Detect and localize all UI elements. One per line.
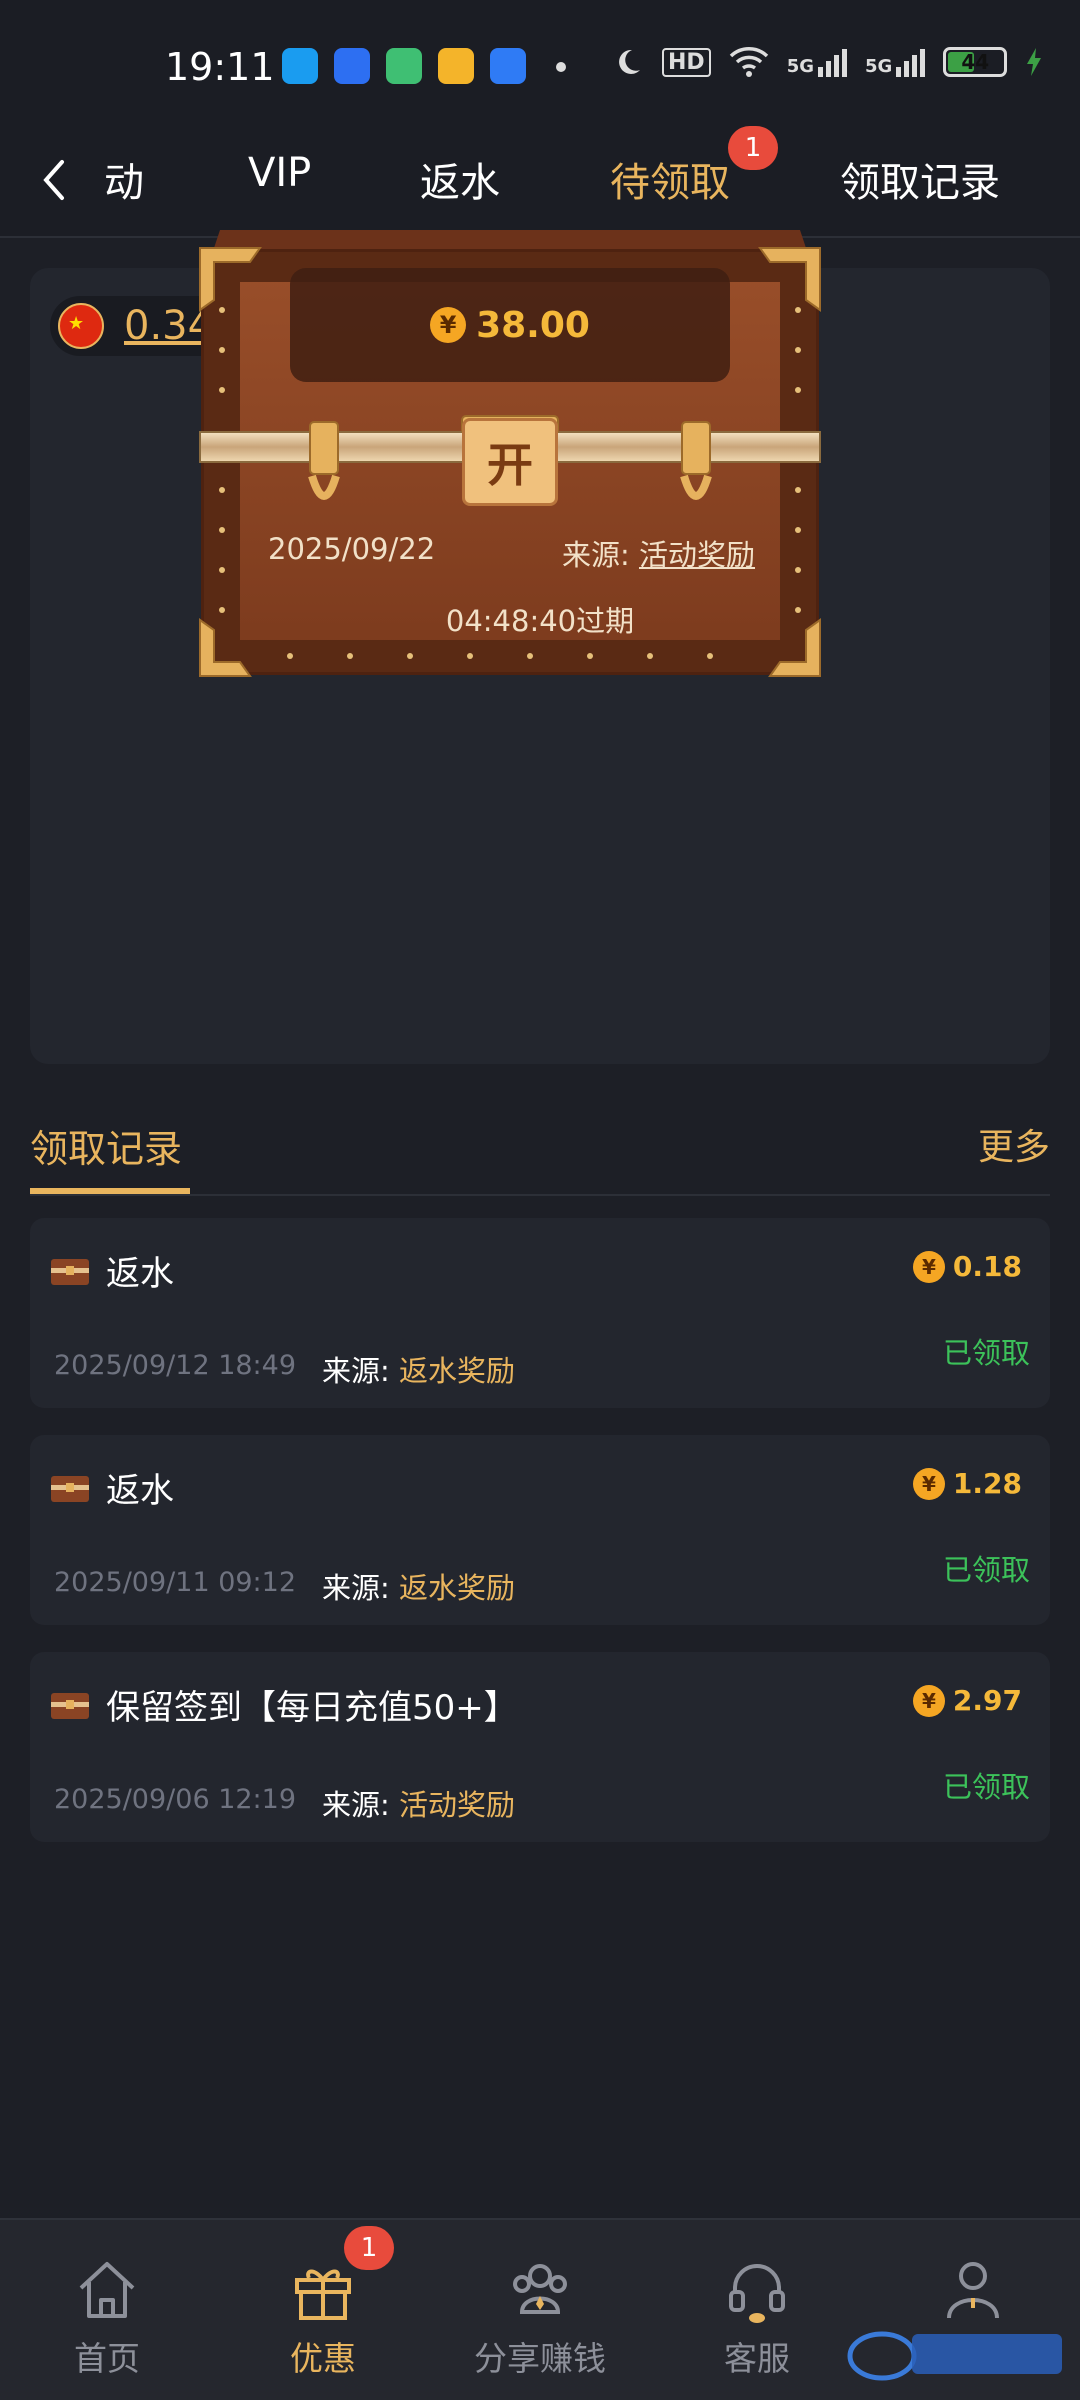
record-amount: ¥1.28 — [912, 1467, 1022, 1500]
chest-expiry: 04:48:40过期 — [445, 604, 635, 638]
record-status: 已领取 — [942, 1336, 1030, 1370]
record-source-value: 返水奖励 — [399, 1354, 516, 1388]
record-status: 已领取 — [942, 1770, 1030, 1804]
record-amount-value: 0.18 — [952, 1250, 1022, 1283]
status-indicators: HD 5G 5G 44 — [612, 46, 1043, 78]
tab-claim-history[interactable]: 领取记录 — [840, 150, 1000, 238]
battery-icon: 44 — [943, 47, 1008, 77]
chest-date: 2025/09/22 — [268, 532, 436, 566]
promotions-badge: 1 — [344, 2226, 394, 2270]
nav-promotions-label: 优惠 — [290, 2339, 356, 2378]
share-users-icon — [513, 2264, 567, 2314]
nav-share-earn-label: 分享赚钱 — [474, 2339, 606, 2378]
charging-icon — [1027, 48, 1042, 76]
headset-icon — [729, 2264, 785, 2323]
notification-dot-icon — [556, 62, 566, 72]
record-item[interactable]: 保留签到【每日充值50+】 ¥2.97 2025/09/06 12:19 来源:… — [30, 1652, 1050, 1842]
record-source-label: 来源: — [322, 1354, 399, 1388]
video-app-icon — [386, 48, 422, 84]
hd-icon: HD — [662, 47, 711, 77]
chest-icon — [51, 1476, 89, 1502]
chest-amount-value: 38.00 — [476, 304, 590, 346]
nav-customer-service[interactable]: 客服 — [672, 2254, 842, 2380]
nav-customer-service-label: 客服 — [724, 2339, 790, 2378]
record-amount-value: 2.97 — [952, 1684, 1022, 1717]
status-time: 19:11 — [165, 45, 275, 89]
profile-icon — [947, 2262, 999, 2319]
chest-source-label: 来源: — [562, 538, 639, 572]
record-item[interactable]: 返水 ¥1.28 2025/09/11 09:12 来源: 返水奖励 已领取 — [30, 1435, 1050, 1625]
records-section-title[interactable]: 领取记录 — [30, 1118, 182, 1173]
open-chest-button[interactable]: 开 — [462, 418, 558, 506]
chest-icon — [51, 1693, 89, 1719]
more-link[interactable]: 更多 — [978, 1118, 1050, 1170]
records-divider — [30, 1194, 1050, 1196]
qq-app-icon — [282, 48, 318, 84]
moon-icon — [619, 49, 640, 74]
record-source: 来源: 返水奖励 — [322, 1348, 515, 1390]
record-source-label: 来源: — [322, 1788, 399, 1822]
chest-icon — [51, 1259, 89, 1285]
record-source-value: 返水奖励 — [399, 1571, 516, 1605]
record-amount: ¥0.18 — [912, 1250, 1022, 1283]
nav-promotions[interactable]: 优惠 — [238, 2254, 408, 2380]
back-arrow-icon[interactable] — [28, 150, 78, 210]
gift-icon — [295, 2269, 351, 2320]
record-name: 保留签到【每日充值50+】 — [106, 1688, 518, 1728]
chest-source: 来源: 活动奖励 — [562, 532, 755, 574]
pending-count-badge: 1 — [728, 126, 778, 170]
signal-5g-icon: 5G — [787, 47, 847, 77]
tab-activity[interactable]: 动 — [104, 150, 144, 238]
nav-home-label: 首页 — [74, 2339, 140, 2378]
nav-home[interactable]: 首页 — [22, 2254, 192, 2380]
nav-share-earn[interactable]: 分享赚钱 — [455, 2254, 625, 2380]
signal-5g-icon: 5G — [865, 47, 926, 77]
record-date: 2025/09/12 18:49 — [54, 1350, 297, 1381]
yen-coin-icon: ¥ — [430, 307, 467, 343]
mail-app-icon — [438, 48, 474, 84]
record-source-label: 来源: — [322, 1571, 399, 1605]
record-source-value: 活动奖励 — [399, 1788, 516, 1822]
record-date: 2025/09/06 12:19 — [54, 1784, 297, 1815]
watermark-logo — [847, 2331, 1062, 2381]
record-status: 已领取 — [942, 1553, 1030, 1587]
record-date: 2025/09/11 09:12 — [54, 1567, 297, 1598]
record-source: 来源: 活动奖励 — [322, 1782, 515, 1824]
record-source: 来源: 返水奖励 — [322, 1565, 515, 1607]
record-amount-value: 1.28 — [952, 1467, 1022, 1500]
files-app-icon — [490, 48, 526, 84]
chest-amount: ¥ 38.00 — [290, 268, 730, 382]
yen-coin-icon: ¥ — [912, 1684, 945, 1717]
record-name: 返水 — [106, 1471, 174, 1511]
yen-coin-icon: ¥ — [912, 1467, 945, 1500]
baidu-app-icon — [334, 48, 370, 84]
record-amount: ¥2.97 — [912, 1684, 1022, 1717]
wifi-icon — [729, 47, 768, 77]
status-app-icons — [282, 48, 526, 84]
chest-source-link[interactable]: 活动奖励 — [639, 538, 755, 572]
home-icon — [79, 2262, 135, 2318]
record-item[interactable]: 返水 ¥0.18 2025/09/12 18:49 来源: 返水奖励 已领取 — [30, 1218, 1050, 1408]
yen-coin-icon: ¥ — [912, 1250, 945, 1283]
status-bar: 19:11 HD 5G 5G 44 — [0, 0, 1080, 130]
china-flag-icon: ★ — [58, 303, 104, 349]
record-name: 返水 — [106, 1254, 174, 1294]
